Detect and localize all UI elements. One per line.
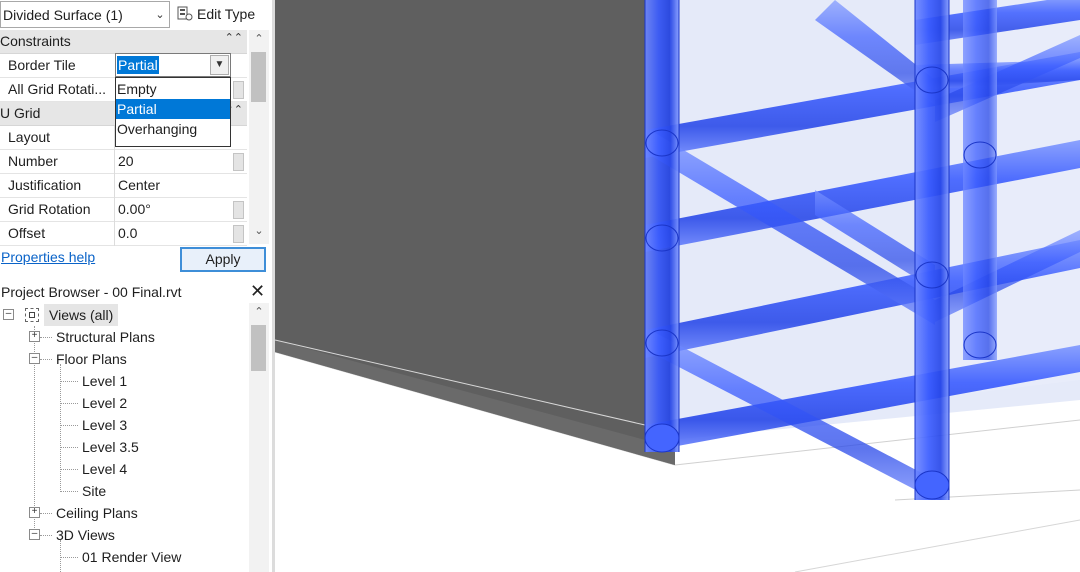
property-label: Layout xyxy=(8,129,51,145)
property-label: Grid Rotation xyxy=(8,201,91,217)
property-value[interactable]: 20 xyxy=(114,150,232,174)
edit-chip[interactable] xyxy=(233,81,244,99)
tree-node-01-render-view[interactable]: 01 Render View xyxy=(82,546,181,568)
tree-node-level-3[interactable]: Level 3 xyxy=(82,414,127,436)
scroll-up-icon[interactable]: ⌃ xyxy=(249,305,269,318)
scroll-down-icon[interactable]: ⌄ xyxy=(249,224,269,242)
project-browser-titlebar: Project Browser - 00 Final.rvt ✕ xyxy=(0,281,272,303)
type-selector-value: Divided Surface (1) xyxy=(3,6,123,23)
expand-toggle-icon[interactable]: + xyxy=(29,507,40,518)
tree-node-structural-plans[interactable]: Structural Plans xyxy=(56,326,155,348)
tree-node-floor-plans[interactable]: Floor Plans xyxy=(56,348,127,370)
views-icon xyxy=(25,308,39,322)
collapse-toggle-icon[interactable]: – xyxy=(29,353,40,364)
property-row-offset[interactable]: Offset 0.0 xyxy=(0,222,247,246)
scroll-thumb[interactable] xyxy=(251,52,266,102)
property-label: Border Tile xyxy=(8,57,76,73)
tree-node-level-1[interactable]: Level 1 xyxy=(82,370,127,392)
property-label: Justification xyxy=(8,177,82,193)
property-row-number[interactable]: Number 20 xyxy=(0,150,247,174)
apply-button[interactable]: Apply xyxy=(180,247,266,272)
properties-scrollbar[interactable]: ⌃ ⌄ xyxy=(249,30,269,244)
tree-node-ceiling-plans[interactable]: Ceiling Plans xyxy=(56,502,138,524)
chevron-down-icon[interactable]: ⌄ xyxy=(151,8,169,21)
project-browser-scrollbar[interactable]: ⌃ xyxy=(249,303,269,572)
border-tile-selected-value: Partial xyxy=(117,56,159,74)
type-selector[interactable]: Divided Surface (1) ⌄ xyxy=(0,1,170,28)
tree-node-views-all[interactable]: Views (all) xyxy=(44,304,119,326)
scroll-thumb[interactable] xyxy=(251,325,266,371)
property-value[interactable]: 0.0 xyxy=(114,222,232,246)
edit-chip[interactable] xyxy=(233,201,244,219)
3d-viewport[interactable] xyxy=(275,0,1080,572)
edit-type-label: Edit Type xyxy=(197,6,256,22)
border-tile-combobox[interactable]: Partial ▼ xyxy=(115,53,231,77)
project-browser-title: Project Browser - 00 Final.rvt xyxy=(1,284,182,300)
collapse-icon[interactable]: ⌃⌃ xyxy=(225,31,243,44)
property-value[interactable]: Center xyxy=(114,174,232,198)
collapse-toggle-icon[interactable]: – xyxy=(29,529,40,540)
dropdown-arrow-icon[interactable]: ▼ xyxy=(210,55,229,75)
dropdown-option-overhanging[interactable]: Overhanging xyxy=(116,119,230,139)
expand-toggle-icon[interactable]: + xyxy=(29,331,40,342)
tree-node-level-2[interactable]: Level 2 xyxy=(82,392,127,414)
edit-type-button[interactable]: Edit Type xyxy=(177,3,255,25)
property-value[interactable]: 0.00° xyxy=(114,198,232,222)
constraints-label: Constraints xyxy=(0,33,71,49)
tree-node-site[interactable]: Site xyxy=(82,480,106,502)
scroll-up-icon[interactable]: ⌃ xyxy=(249,32,269,50)
3d-model-drawing xyxy=(275,0,1080,572)
edit-chip[interactable] xyxy=(233,153,244,171)
left-panel: Divided Surface (1) ⌄ Edit Type Constrai… xyxy=(0,0,272,572)
property-label: Number xyxy=(8,153,58,169)
edit-type-icon xyxy=(177,6,193,21)
dropdown-option-partial[interactable]: Partial xyxy=(116,99,230,119)
property-row-justification[interactable]: Justification Center xyxy=(0,174,247,198)
close-icon[interactable]: ✕ xyxy=(250,281,265,301)
property-label: Offset xyxy=(8,225,46,241)
border-tile-dropdown-list: Empty Partial Overhanging xyxy=(115,77,231,147)
properties-help-link[interactable]: Properties help xyxy=(1,249,95,265)
tree-node-level-4[interactable]: Level 4 xyxy=(82,458,127,480)
edit-chip[interactable] xyxy=(233,225,244,243)
u-grid-label: U Grid xyxy=(0,105,41,121)
tree-node-3d-views[interactable]: 3D Views xyxy=(56,524,115,546)
tree-node-level-3-5[interactable]: Level 3.5 xyxy=(82,436,139,458)
dropdown-option-empty[interactable]: Empty xyxy=(116,79,230,99)
property-label: All Grid Rotati... xyxy=(8,81,107,97)
property-row-grid-rotation[interactable]: Grid Rotation 0.00° xyxy=(0,198,247,222)
constraints-header[interactable]: Constraints ⌃⌃ xyxy=(0,30,247,54)
collapse-toggle-icon[interactable]: – xyxy=(3,309,14,320)
